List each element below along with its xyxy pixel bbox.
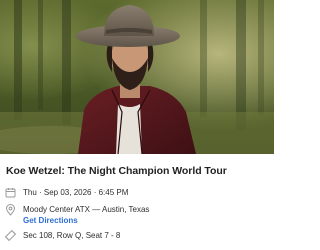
event-detail-page: Koe Wetzel: The Night Champion World Tou… (0, 0, 274, 250)
location-pin-icon (4, 203, 16, 216)
calendar-icon (4, 187, 16, 199)
event-seat: Sec 108, Row Q, Seat 7 - 8 (23, 231, 121, 240)
event-seat-row: Sec 108, Row Q, Seat 7 - 8 (4, 229, 120, 242)
event-venue-row: Moody Center ATX — Austin, Texas (4, 203, 149, 216)
get-directions-link[interactable]: Get Directions (23, 216, 78, 225)
event-title: Koe Wetzel: The Night Champion World Tou… (6, 165, 227, 177)
hero-photo-artist (0, 0, 274, 154)
event-datetime-row: Thu · Sep 03, 2026 · 6:45 PM (4, 186, 128, 199)
ticket-icon (4, 230, 16, 242)
event-venue: Moody Center ATX — Austin, Texas (23, 205, 150, 214)
event-datetime: Thu · Sep 03, 2026 · 6:45 PM (23, 188, 129, 197)
event-hero-image (0, 0, 274, 154)
